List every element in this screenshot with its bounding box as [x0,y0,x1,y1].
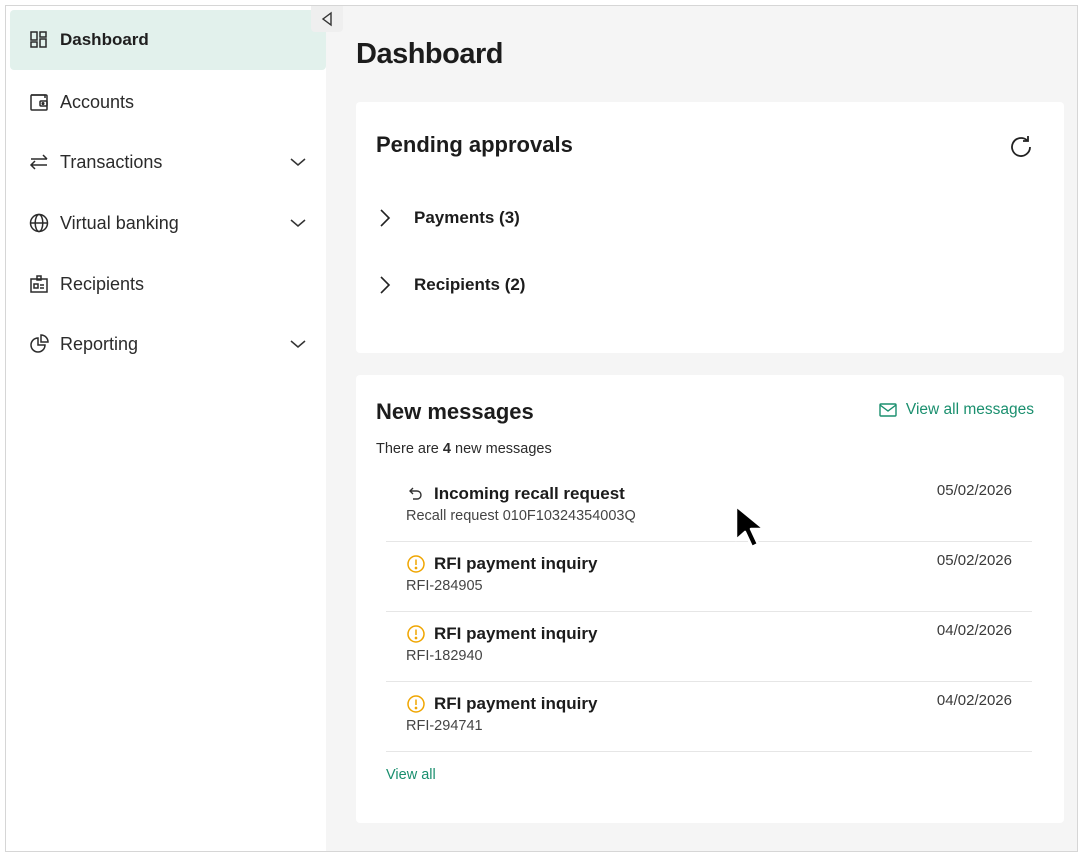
pending-payments-row[interactable]: Payments (3) [374,198,674,238]
message-subtitle: RFI-294741 [406,718,483,734]
sidebar: Dashboard Accounts Transactions Virtual … [6,6,326,851]
warning-circle-icon [406,624,426,644]
view-all-link[interactable]: View all [386,767,436,783]
sidebar-item-recipients[interactable]: Recipients [10,254,326,314]
message-item[interactable]: RFI payment inquiry RFI-294741 04/02/202… [386,682,1032,752]
dashboard-icon [28,29,50,51]
message-item[interactable]: RFI payment inquiry RFI-284905 05/02/202… [386,542,1032,612]
pending-approvals-card: Pending approvals Payments (3) Recipient… [356,102,1064,353]
contact-card-icon [28,273,50,295]
sidebar-item-label: Virtual banking [60,212,179,233]
chevron-down-icon[interactable] [288,152,308,172]
message-item[interactable]: Incoming recall request Recall request 0… [386,472,1032,542]
globe-icon [28,212,50,234]
message-date: 05/02/2026 [936,482,1012,499]
message-date: 05/02/2026 [936,552,1012,569]
page-title: Dashboard [356,38,503,70]
refresh-icon[interactable] [1006,132,1036,162]
transfer-arrows-icon [28,151,50,173]
sidebar-item-dashboard[interactable]: Dashboard [10,10,326,70]
new-messages-title: New messages [376,399,534,424]
message-subtitle: RFI-182940 [406,648,483,664]
view-all-messages-link[interactable]: View all messages [879,401,1034,419]
message-title: RFI payment inquiry [434,694,598,713]
undo-arrow-icon [406,484,426,504]
sidebar-collapse-button[interactable] [311,6,343,32]
view-all-messages-label: View all messages [905,401,1034,418]
pending-payments-label: Payments (3) [414,208,520,227]
pie-chart-icon [28,333,50,355]
collapse-left-icon [321,11,332,27]
sidebar-item-reporting[interactable]: Reporting [10,314,326,374]
sidebar-item-label: Transactions [60,151,163,172]
warning-circle-icon [406,554,426,574]
pending-recipients-row[interactable]: Recipients (2) [374,265,674,305]
message-item[interactable]: RFI payment inquiry RFI-182940 04/02/202… [386,612,1032,682]
message-date: 04/02/2026 [936,622,1012,639]
app-window: Dashboard Accounts Transactions Virtual … [5,5,1078,852]
pending-recipients-label: Recipients (2) [414,275,526,294]
chevron-right-icon [380,209,391,227]
chevron-down-icon[interactable] [288,334,308,354]
message-title: RFI payment inquiry [434,554,598,573]
new-messages-card: New messages View all messages There are… [356,375,1064,823]
message-title: RFI payment inquiry [434,624,598,643]
message-subtitle: RFI-284905 [406,578,483,594]
mail-icon [879,403,897,417]
sidebar-item-label: Recipients [60,273,145,294]
chevron-down-icon[interactable] [288,213,308,233]
messages-count: 4 [442,441,451,457]
message-date: 04/02/2026 [936,692,1012,709]
sidebar-item-accounts[interactable]: Accounts [10,72,326,132]
message-title: Incoming recall request [434,484,625,503]
message-subtitle: Recall request 010F10324354003Q [406,508,636,524]
sidebar-item-label: Accounts [60,91,135,112]
mouse-cursor-icon [734,504,766,549]
warning-circle-icon [406,694,426,714]
pending-approvals-title: Pending approvals [376,132,573,157]
sidebar-item-transactions[interactable]: Transactions [10,132,326,192]
messages-summary: There are 4 new messages [376,441,552,457]
sidebar-item-label: Reporting [60,333,139,354]
wallet-icon [28,91,50,113]
sidebar-item-virtual-banking[interactable]: Virtual banking [10,193,326,253]
chevron-right-icon [380,276,391,294]
sidebar-item-label: Dashboard [60,30,149,49]
